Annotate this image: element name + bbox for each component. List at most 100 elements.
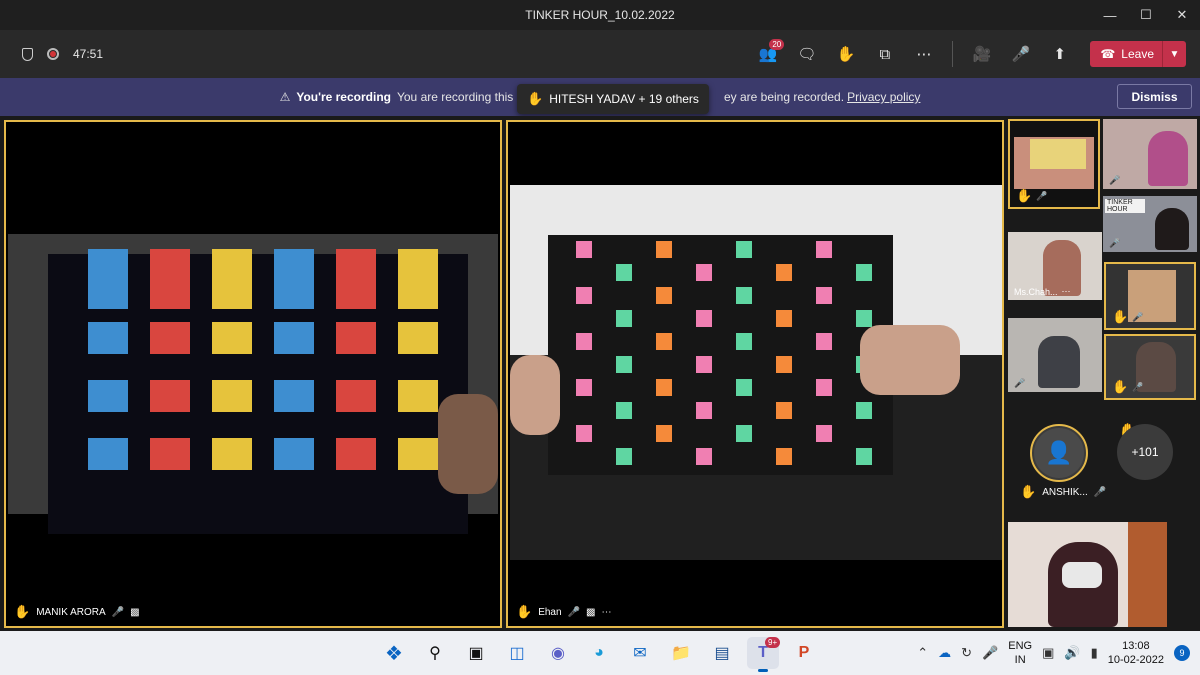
battery-icon[interactable]: ▮ bbox=[1091, 645, 1098, 661]
sync-icon[interactable]: ↻ bbox=[961, 645, 972, 661]
start-button[interactable]: ❖ bbox=[378, 637, 410, 669]
rooms-button[interactable]: ⧉ bbox=[866, 36, 903, 72]
powerpoint-button[interactable]: P bbox=[788, 637, 820, 669]
volume-icon[interactable]: 🔊 bbox=[1064, 645, 1080, 661]
more-actions-button[interactable]: ⋯ bbox=[905, 36, 942, 72]
avatar-label: ✋ ANSHIK... 🎤 bbox=[1020, 484, 1106, 500]
paper-square bbox=[398, 322, 438, 354]
tile-label: 🎤 bbox=[1014, 378, 1025, 389]
tinker-sign: TINKER HOUR bbox=[1105, 199, 1145, 213]
close-button[interactable]: ✕ bbox=[1164, 0, 1200, 30]
windows-icon: ❖ bbox=[385, 642, 403, 665]
hand-image bbox=[438, 394, 498, 494]
side-tile-5[interactable]: ✋ 🎤 bbox=[1104, 262, 1196, 330]
search-button[interactable]: ⚲ bbox=[419, 637, 451, 669]
side-tile-2[interactable]: 🎤 bbox=[1103, 119, 1197, 189]
paper-square bbox=[616, 448, 632, 465]
paper-square bbox=[576, 425, 592, 442]
powerpoint-icon: P bbox=[798, 644, 810, 661]
paper-square bbox=[696, 264, 712, 281]
chevron-up-icon[interactable]: ⌃ bbox=[917, 645, 928, 661]
chat-app-button[interactable]: ◉ bbox=[542, 637, 574, 669]
teams-button[interactable]: T 9+ bbox=[747, 637, 781, 672]
side-tile-4[interactable]: Ms.Chah... ⋯ bbox=[1008, 232, 1102, 300]
edge-button[interactable]: ◕ bbox=[583, 637, 615, 669]
leave-dropdown-button[interactable]: ▼ bbox=[1162, 41, 1186, 67]
person-image bbox=[1155, 208, 1189, 250]
side-tile-7[interactable]: ✋ 🎤 bbox=[1104, 334, 1196, 400]
paper-square bbox=[88, 438, 128, 470]
reactions-button[interactable]: ✋ bbox=[827, 36, 864, 72]
craft-board-image bbox=[48, 249, 468, 534]
paper-square bbox=[816, 379, 832, 396]
paper-square bbox=[856, 310, 872, 327]
paper-square bbox=[776, 264, 792, 281]
side-tile-self[interactable] bbox=[1008, 522, 1167, 627]
paper-square bbox=[736, 241, 752, 258]
participants-button[interactable]: 👥 20 bbox=[749, 36, 786, 72]
hand-icon: ✋ bbox=[836, 46, 856, 63]
widgets-icon: ◫ bbox=[509, 645, 525, 662]
microphone-icon[interactable]: 🎤 bbox=[982, 645, 998, 661]
more-icon: ⋯ bbox=[1061, 286, 1071, 296]
maximize-button[interactable]: ☐ bbox=[1128, 0, 1164, 30]
side-tile-1[interactable]: ✋ 🎤 bbox=[1008, 119, 1100, 209]
participant-name: MANIK ARORA bbox=[36, 606, 106, 618]
side-tile-6[interactable]: 🎤 bbox=[1008, 318, 1102, 392]
person-icon: 👤 bbox=[1034, 428, 1084, 478]
hand-icon: ✋ bbox=[1016, 188, 1033, 203]
video-stage: ✋ MANIK ARORA 🎤 ▩ ✋ Ehan 🎤 ▩ ⋯ ✋ 🎤 🎤 TIN… bbox=[0, 116, 1200, 631]
docs-app-button[interactable]: ▤ bbox=[706, 637, 738, 669]
paper-square bbox=[616, 264, 632, 281]
warning-icon: ⚠ bbox=[279, 90, 291, 104]
meeting-timer: 47:51 bbox=[73, 47, 104, 61]
paper-square bbox=[336, 380, 376, 412]
task-view-button[interactable]: ▣ bbox=[460, 637, 492, 669]
paper-square bbox=[212, 249, 252, 309]
minimize-button[interactable]: — bbox=[1092, 0, 1128, 30]
participant-avatar[interactable]: 👤 bbox=[1030, 424, 1088, 482]
camera-icon: 🎥 bbox=[972, 46, 992, 63]
chat-icon: 🗨 bbox=[797, 46, 817, 63]
paper-square bbox=[212, 322, 252, 354]
side-tile-3[interactable]: TINKER HOUR 🎤 bbox=[1103, 196, 1197, 252]
banner-message-end: ey are being recorded. bbox=[723, 90, 845, 104]
leave-button[interactable]: ☎ Leave bbox=[1090, 41, 1162, 67]
paper-square bbox=[696, 448, 712, 465]
video-tile-manik[interactable]: ✋ MANIK ARORA 🎤 ▩ bbox=[4, 120, 502, 628]
network-icon[interactable]: ▣ bbox=[1042, 645, 1054, 661]
camera-button[interactable]: 🎥 bbox=[963, 36, 1000, 72]
task-view-icon: ▣ bbox=[468, 645, 484, 662]
person-image bbox=[1148, 131, 1188, 186]
shield-icon bbox=[22, 47, 33, 61]
dismiss-button[interactable]: Dismiss bbox=[1117, 84, 1192, 109]
more-participants-button[interactable]: +101 bbox=[1117, 424, 1173, 480]
widgets-button[interactable]: ◫ bbox=[501, 637, 533, 669]
paper-square bbox=[776, 402, 792, 419]
clock[interactable]: 13:08 10-02-2022 bbox=[1108, 639, 1164, 667]
paper-square bbox=[150, 380, 190, 412]
mail-button[interactable]: ✉ bbox=[624, 637, 656, 669]
notification-badge[interactable]: 9 bbox=[1174, 645, 1190, 661]
chat-button[interactable]: 🗨 bbox=[788, 36, 825, 72]
tile-label: ✋ Ehan 🎤 ▩ ⋯ bbox=[516, 604, 611, 620]
language-indicator[interactable]: ENG IN bbox=[1008, 639, 1032, 667]
privacy-policy-link[interactable]: Privacy policy bbox=[847, 90, 920, 104]
onedrive-icon[interactable]: ☁ bbox=[938, 645, 951, 661]
raised-hands-popup[interactable]: ✋ HITESH YADAV + 19 others bbox=[517, 84, 709, 114]
paper-square bbox=[856, 448, 872, 465]
paper-square bbox=[576, 287, 592, 304]
search-icon: ⚲ bbox=[429, 645, 441, 662]
paper-square bbox=[736, 287, 752, 304]
paper-square bbox=[88, 322, 128, 354]
share-button[interactable]: ⬆ bbox=[1041, 36, 1078, 72]
file-explorer-button[interactable]: 📁 bbox=[665, 637, 697, 669]
person-image bbox=[1038, 336, 1080, 388]
mic-off-icon: 🎤 bbox=[1132, 311, 1144, 322]
paper-square bbox=[336, 249, 376, 309]
tile-label: Ms.Chah... ⋯ bbox=[1014, 286, 1071, 297]
video-tile-ehan[interactable]: ✋ Ehan 🎤 ▩ ⋯ bbox=[506, 120, 1004, 628]
toolbar-divider bbox=[952, 41, 954, 67]
hand-icon: ✋ bbox=[14, 604, 31, 619]
mic-button[interactable]: 🎤 bbox=[1002, 36, 1039, 72]
